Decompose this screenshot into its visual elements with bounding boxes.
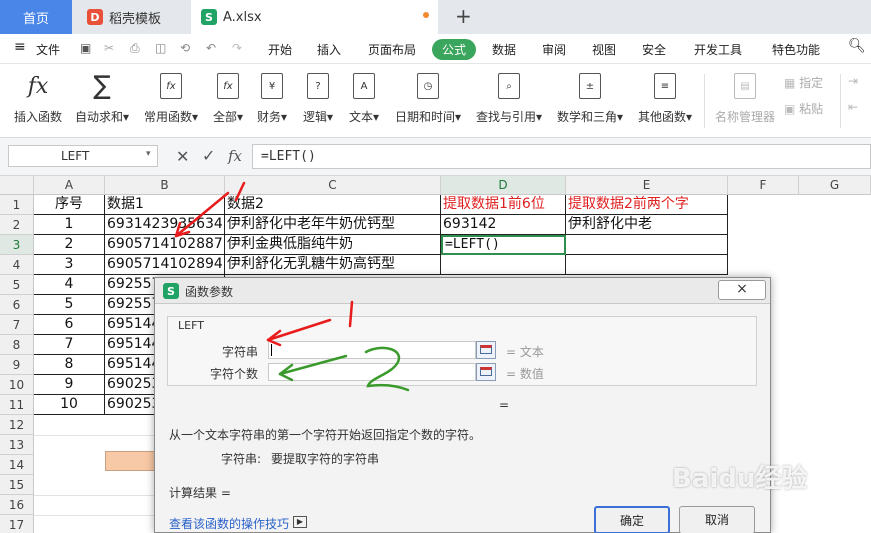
annotation-overlay bbox=[174, 181, 410, 392]
red-mark-dialog bbox=[348, 300, 354, 328]
green-arrow-to-count-input bbox=[278, 354, 348, 376]
red-mark-top bbox=[234, 181, 246, 202]
red-arrow-to-text-input bbox=[266, 318, 332, 342]
red-arrow-to-b2 bbox=[174, 191, 230, 238]
green-number-two bbox=[364, 346, 410, 392]
